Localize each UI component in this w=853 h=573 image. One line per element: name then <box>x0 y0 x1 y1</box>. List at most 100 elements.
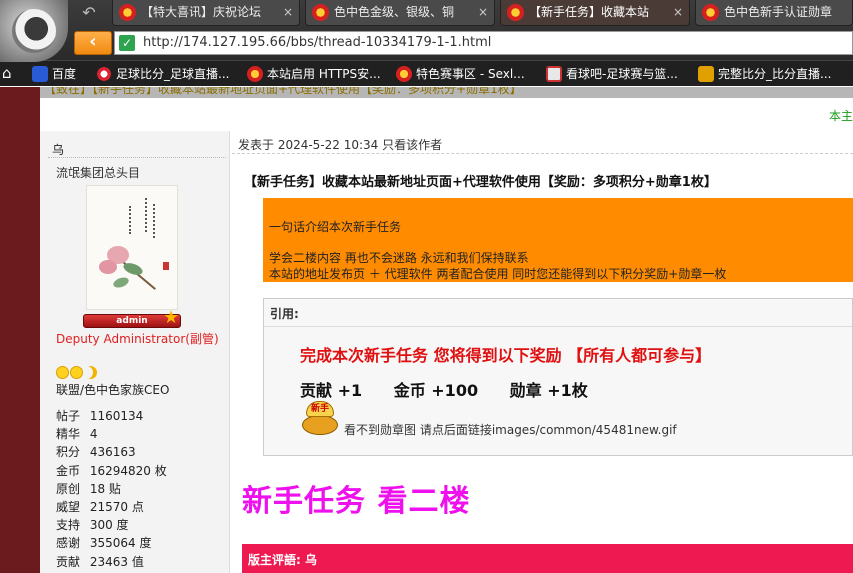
forum-page: 【致在】【新手任务】收藏本站最新地址页面+代理软件使用【奖励：多项积分+勋章1枚… <box>40 87 853 573</box>
back-arrow-icon[interactable]: ↶ <box>78 4 100 22</box>
medal-fallback-text[interactable]: 看不到勋章图 请点后面链接images/common/45481new.gif <box>344 421 677 438</box>
tab-4[interactable]: 色中色新手认证勋章 <box>695 0 853 26</box>
bookmark-item[interactable]: 足球比分_足球直播... <box>94 61 229 87</box>
calligraphy <box>129 206 132 234</box>
moderator-comment-label: 版主评語: 乌 <box>248 553 317 567</box>
site-favicon-icon <box>312 4 329 21</box>
url-text[interactable]: http://174.127.195.66/bbs/thread-1033417… <box>143 35 491 50</box>
stat-value: 300 度 <box>89 518 129 533</box>
stat-value[interactable]: 1160134 <box>90 409 143 423</box>
tab-2[interactable]: 色中色金级、银级、铜 × <box>305 0 495 26</box>
bookmarks-bar: ⌂ 百度 足球比分_足球直播... 本站启用 HTTPS安... 特色赛事区 -… <box>0 60 853 86</box>
flower <box>99 260 117 274</box>
bookmark-item[interactable]: 看球吧-足球赛与篮... <box>544 61 678 87</box>
calligraphy <box>145 198 148 232</box>
reward-item: 贡献 +1 <box>300 381 363 400</box>
bookmark-label: 本站启用 HTTPS安... <box>267 67 381 81</box>
bookmark-item[interactable]: 百度 <box>30 61 76 87</box>
thread-link[interactable]: 本主 <box>829 107 853 124</box>
bookmark-item[interactable]: 本站启用 HTTPS安... <box>245 61 381 87</box>
rank-icons <box>56 366 97 380</box>
stat-key: 原创 <box>56 481 81 496</box>
user-group[interactable]: Deputy Administrator(副管) <box>56 332 226 347</box>
intro-box: 一句话介绍本次新手任务 学会二楼内容 再也不会迷路 永远和我们保持联系 本站的地… <box>263 198 853 282</box>
address-row: ‹ ✓ http://174.127.195.66/bbs/thread-103… <box>68 30 853 56</box>
browser-toolbar: ↶ 【特大喜讯】庆祝论坛 × 色中色金级、银级、铜 × 【新手任务】收藏本站 ×… <box>0 0 853 62</box>
bookmark-item[interactable]: 完整比分_比分直播... <box>696 61 831 87</box>
medal-icon: 新手 <box>300 401 340 437</box>
divider <box>48 157 226 158</box>
stat-row: 原创 18 贴 <box>56 480 226 498</box>
stat-key: 感谢 <box>56 536 81 551</box>
tab-3-active[interactable]: 【新手任务】收藏本站 × <box>500 0 690 26</box>
paw-icon <box>32 66 48 82</box>
tab-label: 色中色金级、银级、铜 <box>334 5 455 19</box>
stat-value: 436163 <box>89 445 136 460</box>
bookmark-label: 足球比分_足球直播... <box>116 67 230 81</box>
intro-line: 学会二楼内容 再也不会迷路 永远和我们保持联系 <box>269 251 529 265</box>
author-panel: 乌 流氓集团总头目 admin ★ Deputy Administrator(副… <box>40 131 230 573</box>
intro-line: 本站的地址发布页 ＋ 代理软件 两者配合使用 同时您还能得到以下积分奖励+勋章一… <box>269 267 727 281</box>
stat-row: 精华 4 <box>56 425 226 443</box>
thread-title-banner: 【致在】【新手任务】收藏本站最新地址页面+代理软件使用【奖励：多项积分+勋章1枚… <box>40 87 853 98</box>
stat-value: 16294820 枚 <box>89 463 167 478</box>
site-icon <box>396 66 412 82</box>
calligraphy <box>153 204 156 238</box>
medal-body <box>302 415 338 435</box>
close-icon[interactable]: × <box>673 0 683 25</box>
page-background: 【致在】【新手任务】收藏本站最新地址页面+代理软件使用【奖励：多项积分+勋章1枚… <box>0 87 853 573</box>
highlight-text: 新手任务 看二楼 <box>242 484 471 519</box>
site-favicon-icon <box>507 4 524 21</box>
leaf <box>111 275 131 290</box>
moon-icon <box>84 366 97 379</box>
stat-value: 355064 度 <box>89 536 152 551</box>
tab-label: 【新手任务】收藏本站 <box>529 5 650 19</box>
bookmark-label: 特色赛事区 - Sexl... <box>416 67 525 81</box>
medal-top: 新手 <box>306 401 334 417</box>
author-name[interactable]: 乌 <box>52 141 64 158</box>
stat-row: 积分 436163 <box>56 443 226 461</box>
site-favicon-icon <box>702 4 719 21</box>
ball-icon <box>96 66 112 82</box>
reward-heading: 完成本次新手任务 您将得到以下奖励 【所有人都可参与】 <box>300 346 712 365</box>
stat-key: 积分 <box>56 445 81 460</box>
stat-value: 21570 点 <box>89 499 144 514</box>
quote-label: 引用: <box>270 307 299 321</box>
stat-key: 精华 <box>56 427 81 442</box>
close-icon[interactable]: × <box>283 0 293 25</box>
home-icon[interactable]: ⌂ <box>2 65 18 81</box>
post-meta: 发表于 2024-5-22 10:34 只看该作者 <box>238 138 443 152</box>
back-button[interactable]: ‹ <box>74 31 112 55</box>
stat-row: 贡献 23463 值 <box>56 553 226 571</box>
stat-row: 威望 21570 点 <box>56 498 226 516</box>
reward-item: 金币 +100 <box>393 381 479 400</box>
stat-key: 金币 <box>56 463 81 478</box>
seal-stamp <box>163 262 169 270</box>
moderator-comment-bar: 版主评語: 乌 <box>242 544 853 573</box>
stat-key: 威望 <box>56 499 81 514</box>
stat-key: 帖子 <box>56 409 81 423</box>
stat-row: 金币 16294820 枚 <box>56 462 226 480</box>
stat-key: 支持 <box>56 518 81 533</box>
tab-label: 色中色新手认证勋章 <box>724 5 833 19</box>
intro-line: 一句话介绍本次新手任务 <box>269 220 402 234</box>
banner-text: 【致在】【新手任务】收藏本站最新地址页面+代理软件使用【奖励：多项积分+勋章1枚… <box>44 87 522 96</box>
author-stats: 帖子 1160134 精华 4 积分 436163 金币 16294820 枚 … <box>56 407 226 571</box>
tv-icon <box>546 66 562 82</box>
score-icon <box>698 66 714 82</box>
avatar[interactable] <box>86 185 178 310</box>
bookmark-label: 百度 <box>52 67 77 81</box>
stat-row: 感谢 355064 度 <box>56 534 226 552</box>
smile-icon <box>56 366 69 379</box>
stat-row: 支持 300 度 <box>56 516 226 534</box>
browser-logo-icon[interactable] <box>0 0 68 62</box>
close-icon[interactable]: × <box>478 0 488 25</box>
stat-value[interactable]: 4 <box>90 427 98 441</box>
smile-icon <box>70 366 83 379</box>
bookmark-item[interactable]: 特色赛事区 - Sexl... <box>394 61 525 87</box>
bookmark-label: 看球吧-足球赛与篮... <box>566 67 678 81</box>
divider <box>232 153 853 154</box>
address-bar[interactable]: ✓ http://174.127.195.66/bbs/thread-10334… <box>114 31 853 55</box>
site-icon <box>247 66 263 82</box>
tab-1[interactable]: 【特大喜讯】庆祝论坛 × <box>112 0 300 26</box>
